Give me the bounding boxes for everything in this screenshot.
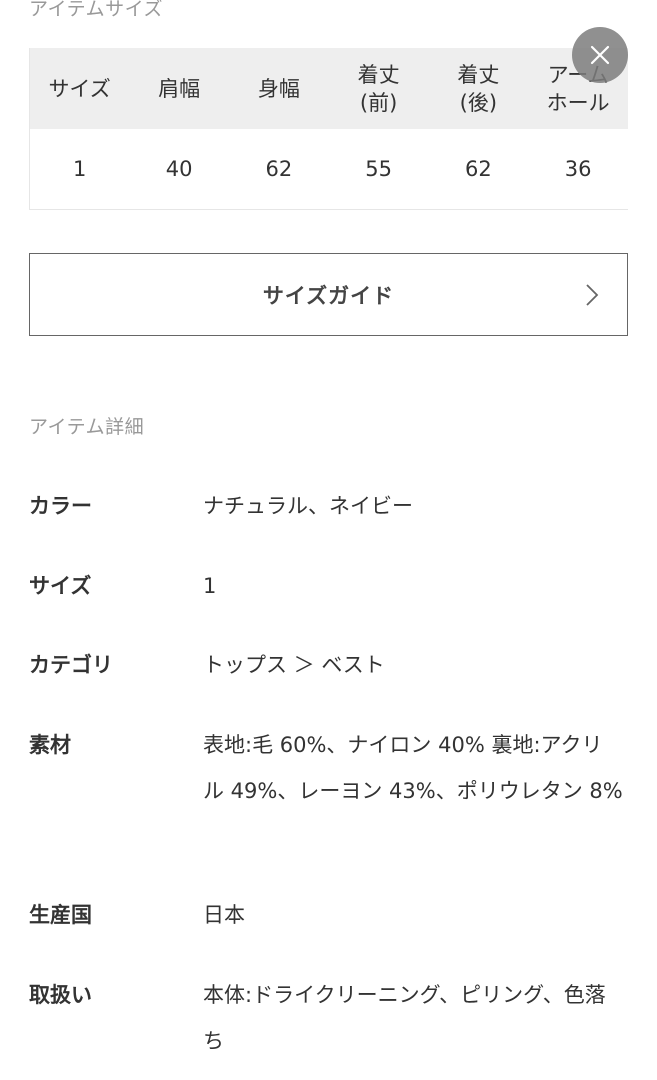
detail-value: トップス ＞ ベスト — [203, 653, 385, 677]
size-table-header: 着丈 (後) — [428, 48, 529, 129]
detail-label: カテゴリ — [29, 653, 113, 677]
size-table-cell: 40 — [129, 129, 229, 210]
size-section-title: アイテムサイズ — [29, 0, 164, 20]
size-guide-button[interactable]: サイズガイド — [29, 253, 628, 336]
size-table-header: サイズ — [29, 48, 130, 129]
chevron-right-icon — [586, 284, 599, 306]
close-icon — [590, 45, 610, 65]
detail-label: カラー — [29, 494, 92, 518]
table-row: 1 40 62 55 62 36 — [29, 129, 628, 210]
detail-value: ナチュラル、ネイビー — [203, 494, 413, 518]
detail-label: 生産国 — [29, 903, 92, 927]
detail-label: 取扱い — [29, 983, 92, 1007]
size-table-header: 肩幅 — [129, 48, 229, 129]
close-button[interactable] — [572, 27, 628, 83]
detail-value: 表地:毛 60%、ナイロン 40% 裏地:アクリル 49%、レーヨン 43%、ポ… — [203, 733, 623, 803]
size-table-header: 身幅 — [229, 48, 329, 129]
size-table-header: 着丈 (前) — [328, 48, 429, 129]
detail-label: 素材 — [29, 733, 71, 757]
detail-value: 日本 — [203, 903, 245, 927]
detail-value: 本体:ドライクリーニング、ピリング、色落ち — [203, 983, 606, 1053]
size-table-cell: 1 — [29, 129, 130, 210]
size-table-cell: 62 — [229, 129, 329, 210]
size-table-cell: 36 — [528, 129, 628, 210]
size-table-cell: 55 — [328, 129, 429, 210]
size-table-cell: 62 — [428, 129, 529, 210]
size-table-header-row: サイズ 肩幅 身幅 着丈 (前) 着丈 (後) アーム ホール — [29, 48, 628, 129]
size-table: サイズ 肩幅 身幅 着丈 (前) 着丈 (後) アーム ホール 1 40 62 … — [29, 48, 628, 210]
detail-value: 1 — [203, 574, 217, 598]
details-section-title: アイテム詳細 — [29, 416, 145, 438]
size-guide-label: サイズガイド — [262, 283, 395, 308]
detail-label: サイズ — [29, 574, 92, 598]
